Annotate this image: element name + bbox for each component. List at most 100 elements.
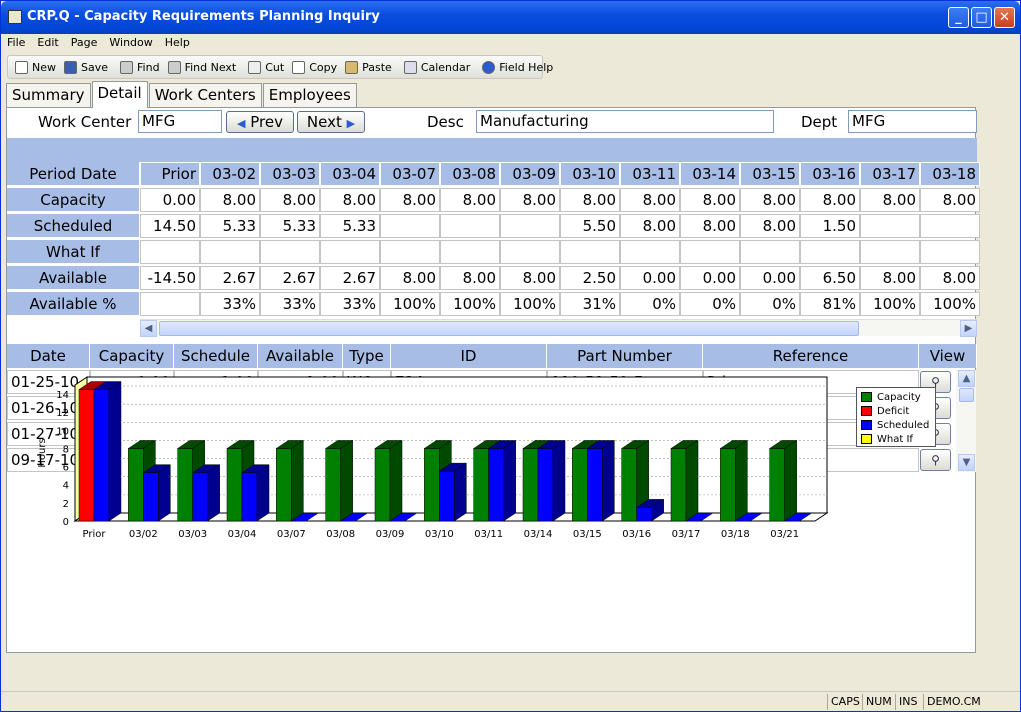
scheduled-cell[interactable]: [860, 214, 920, 238]
scheduled-cell[interactable]: 5.33: [200, 214, 260, 238]
available-pct-cell[interactable]: 33%: [260, 292, 320, 316]
list-header-id[interactable]: ID: [391, 344, 547, 368]
menu-edit[interactable]: Edit: [31, 34, 64, 51]
cut-button[interactable]: Cut: [244, 57, 288, 77]
list-header-date[interactable]: Date: [7, 344, 90, 368]
available-pct-cell[interactable]: 0%: [740, 292, 800, 316]
menu-file[interactable]: File: [1, 34, 31, 51]
available-cell[interactable]: 2.67: [200, 266, 260, 290]
tab-detail[interactable]: Detail: [91, 81, 148, 108]
available-cell[interactable]: 2.50: [560, 266, 620, 290]
title-bar[interactable]: CRP.Q - Capacity Requirements Planning I…: [1, 1, 1020, 34]
capacity-cell[interactable]: 8.00: [380, 188, 440, 212]
available-pct-cell[interactable]: 31%: [560, 292, 620, 316]
what-if-cell[interactable]: [680, 240, 740, 264]
copy-button[interactable]: Copy: [288, 57, 341, 77]
scheduled-cell[interactable]: 5.33: [320, 214, 380, 238]
capacity-cell[interactable]: 8.00: [320, 188, 380, 212]
menu-page[interactable]: Page: [65, 34, 104, 51]
available-cell[interactable]: 8.00: [440, 266, 500, 290]
capacity-cell[interactable]: 8.00: [860, 188, 920, 212]
capacity-cell[interactable]: 8.00: [260, 188, 320, 212]
capacity-cell[interactable]: 8.00: [920, 188, 980, 212]
new-button[interactable]: New: [11, 57, 60, 77]
list-scroll-thumb[interactable]: [959, 388, 974, 402]
tab-summary[interactable]: Summary: [6, 83, 91, 108]
what-if-cell[interactable]: [200, 240, 260, 264]
capacity-cell[interactable]: 0.00: [140, 188, 200, 212]
scroll-left-button[interactable]: ◀: [140, 320, 157, 337]
available-cell[interactable]: 0.00: [620, 266, 680, 290]
menu-help[interactable]: Help: [159, 34, 196, 51]
list-header-view[interactable]: View: [919, 344, 977, 368]
available-pct-cell[interactable]: 33%: [200, 292, 260, 316]
dept-input[interactable]: MFG: [848, 110, 977, 133]
available-cell[interactable]: 6.50: [800, 266, 860, 290]
scroll-down-button[interactable]: ▼: [958, 454, 975, 471]
what-if-cell[interactable]: [500, 240, 560, 264]
paste-button[interactable]: Paste: [341, 57, 396, 77]
capacity-cell[interactable]: 8.00: [440, 188, 500, 212]
available-pct-cell[interactable]: 100%: [440, 292, 500, 316]
what-if-cell[interactable]: [380, 240, 440, 264]
find-next-button[interactable]: Find Next: [164, 57, 241, 77]
scheduled-cell[interactable]: [380, 214, 440, 238]
next-button[interactable]: Next ▶: [297, 111, 365, 133]
what-if-cell[interactable]: [620, 240, 680, 264]
what-if-cell[interactable]: [800, 240, 860, 264]
what-if-cell[interactable]: [140, 240, 200, 264]
calendar-button[interactable]: Calendar: [400, 57, 474, 77]
list-header-type[interactable]: Type: [343, 344, 391, 368]
available-cell[interactable]: 0.00: [740, 266, 800, 290]
scheduled-cell[interactable]: [500, 214, 560, 238]
menu-window[interactable]: Window: [103, 34, 158, 51]
capacity-cell[interactable]: 8.00: [740, 188, 800, 212]
grid-horizontal-scrollbar[interactable]: ◀ ▶: [140, 319, 977, 337]
find-button[interactable]: Find: [116, 57, 164, 77]
scheduled-cell[interactable]: 5.50: [560, 214, 620, 238]
available-pct-cell[interactable]: 100%: [500, 292, 560, 316]
scheduled-cell[interactable]: 8.00: [740, 214, 800, 238]
capacity-cell[interactable]: 8.00: [680, 188, 740, 212]
tab-employees[interactable]: Employees: [262, 83, 357, 108]
scheduled-cell[interactable]: 8.00: [680, 214, 740, 238]
list-header-reference[interactable]: Reference: [703, 344, 919, 368]
what-if-cell[interactable]: [260, 240, 320, 264]
scheduled-cell[interactable]: 5.33: [260, 214, 320, 238]
minimize-button[interactable]: _: [948, 7, 969, 28]
capacity-cell[interactable]: 8.00: [200, 188, 260, 212]
available-cell[interactable]: 8.00: [860, 266, 920, 290]
list-header-capacity[interactable]: Capacity: [90, 344, 174, 368]
list-header-part-number[interactable]: Part Number: [547, 344, 703, 368]
available-pct-cell[interactable]: 81%: [800, 292, 860, 316]
available-cell[interactable]: 8.00: [500, 266, 560, 290]
available-pct-cell[interactable]: 100%: [380, 292, 440, 316]
capacity-cell[interactable]: 8.00: [620, 188, 680, 212]
maximize-button[interactable]: □: [971, 7, 992, 28]
what-if-cell[interactable]: [920, 240, 980, 264]
available-cell[interactable]: 8.00: [380, 266, 440, 290]
scheduled-cell[interactable]: [920, 214, 980, 238]
scheduled-cell[interactable]: 8.00: [620, 214, 680, 238]
desc-input[interactable]: Manufacturing: [476, 110, 774, 133]
available-pct-cell[interactable]: 0%: [620, 292, 680, 316]
scheduled-cell[interactable]: 1.50: [800, 214, 860, 238]
what-if-cell[interactable]: [560, 240, 620, 264]
available-pct-cell[interactable]: 33%: [320, 292, 380, 316]
scheduled-cell[interactable]: [440, 214, 500, 238]
capacity-cell[interactable]: 8.00: [560, 188, 620, 212]
available-pct-cell[interactable]: 0%: [680, 292, 740, 316]
what-if-cell[interactable]: [860, 240, 920, 264]
close-button[interactable]: ✕: [994, 7, 1015, 28]
available-cell[interactable]: 0.00: [680, 266, 740, 290]
work-center-input[interactable]: MFG: [138, 110, 222, 133]
available-cell[interactable]: 2.67: [320, 266, 380, 290]
list-header-available[interactable]: Available: [258, 344, 343, 368]
prev-button[interactable]: ◀ Prev: [226, 111, 294, 133]
available-cell[interactable]: -14.50: [140, 266, 200, 290]
capacity-cell[interactable]: 8.00: [500, 188, 560, 212]
scroll-right-button[interactable]: ▶: [960, 320, 977, 337]
what-if-cell[interactable]: [740, 240, 800, 264]
save-button[interactable]: Save: [60, 57, 112, 77]
tab-work-centers[interactable]: Work Centers: [148, 83, 262, 108]
